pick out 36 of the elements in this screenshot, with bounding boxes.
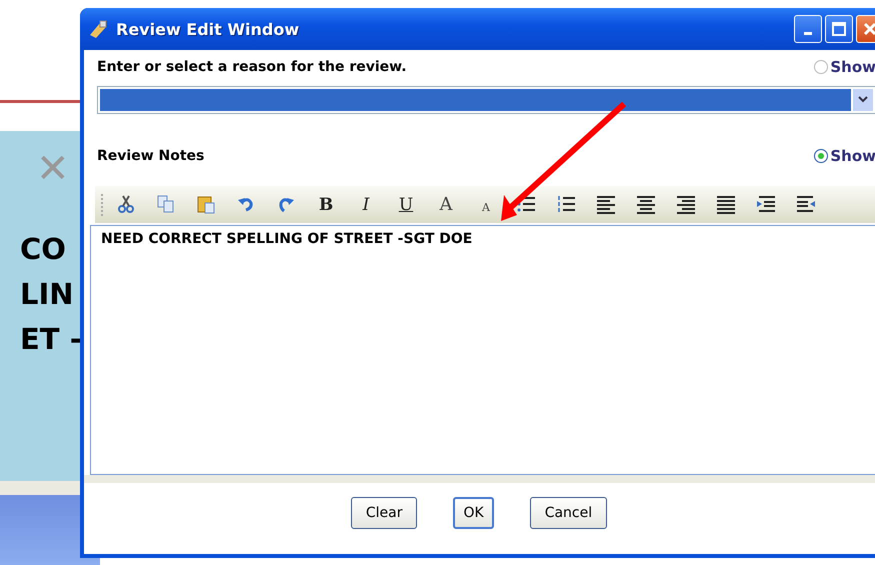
paste-icon[interactable] [198, 196, 214, 214]
redo-icon[interactable] [279, 198, 294, 212]
shrink-font-button[interactable]: A [466, 190, 506, 220]
scissors-icon[interactable] [118, 195, 134, 213]
maximize-button[interactable] [825, 15, 853, 43]
minimize-icon [804, 32, 812, 34]
italic-button[interactable]: I [346, 190, 386, 220]
align-center-icon[interactable] [636, 196, 656, 214]
align-left-icon[interactable] [596, 196, 616, 214]
radio-button[interactable] [814, 149, 828, 163]
numbered-list-icon[interactable] [558, 195, 576, 213]
indent-icon[interactable] [757, 196, 776, 212]
grow-font-button[interactable]: A [426, 190, 466, 220]
notes-label: Review Notes [97, 148, 204, 164]
align-right-icon[interactable] [676, 196, 696, 214]
radio-button[interactable] [814, 60, 828, 74]
reason-dropdown[interactable] [97, 86, 875, 114]
copy-icon[interactable] [158, 196, 174, 212]
chevron-down-icon [858, 96, 868, 104]
bold-button[interactable]: B [306, 190, 346, 220]
window-title: Review Edit Window [116, 20, 300, 38]
maximize-icon [832, 22, 846, 36]
close-icon [863, 22, 875, 36]
dialog-button[interactable]: Cancel [530, 497, 608, 529]
background-text: LIN [19, 276, 75, 313]
minimize-button[interactable] [794, 15, 822, 43]
underline-button[interactable]: U [386, 190, 426, 220]
dialog-button[interactable]: Clear [350, 497, 418, 529]
outdent-icon[interactable] [796, 196, 815, 212]
undo-icon[interactable] [238, 198, 253, 212]
background-text: ET - [19, 321, 83, 358]
background-text: CO [19, 231, 67, 268]
reason-label: Enter or select a reason for the review. [97, 59, 407, 75]
bullet-list-icon[interactable] [518, 196, 536, 212]
dialog-button[interactable]: OK [453, 497, 494, 529]
justify-icon[interactable] [716, 196, 736, 214]
